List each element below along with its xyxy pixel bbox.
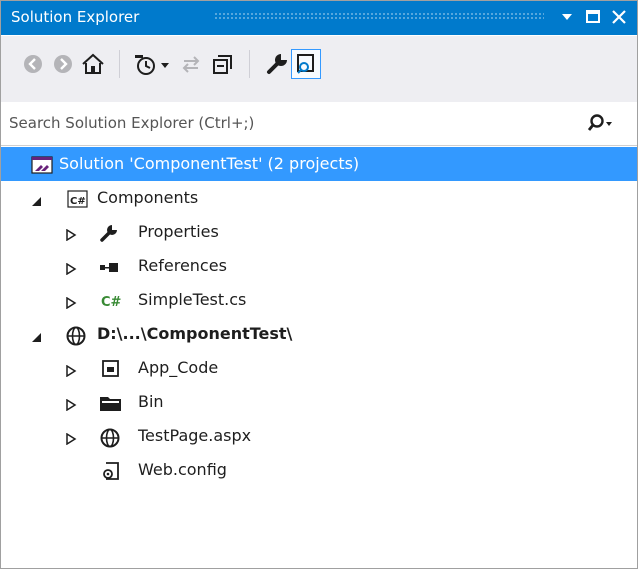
csharp-file-icon: C# (101, 291, 131, 311)
collapsed-arrow-icon[interactable] (65, 396, 77, 412)
tree-item[interactable]: TestPage.aspx (1, 419, 637, 453)
solution-icon (31, 155, 53, 175)
solution-explorer-window: Solution Explorer Search Solution Explor… (0, 0, 638, 569)
tree-item-label: App_Code (138, 358, 219, 377)
svg-text:C#: C# (70, 196, 86, 207)
csharp-project-icon: C# (67, 189, 88, 209)
tree-item-label: Properties (138, 222, 219, 241)
tree-item-label: Web.config (138, 460, 227, 479)
tree-item[interactable]: App_Code (1, 351, 637, 385)
expanded-arrow-icon[interactable] (31, 192, 43, 206)
references-icon (99, 257, 119, 277)
tree-item[interactable]: C# SimpleTest.cs (1, 283, 637, 317)
config-file-icon (101, 461, 121, 481)
tree-item-label: SimpleTest.cs (138, 290, 247, 309)
collapsed-arrow-icon[interactable] (65, 294, 77, 310)
tree-item-solution[interactable]: Solution 'ComponentTest' (2 projects) (1, 147, 637, 181)
preview-selected-items-icon[interactable] (291, 49, 321, 79)
forward-icon[interactable] (49, 50, 77, 78)
search-box[interactable]: Search Solution Explorer (Ctrl+;) (1, 102, 637, 146)
pending-changes-filter-icon[interactable] (131, 50, 159, 78)
wrench-icon (99, 223, 119, 243)
tree-item-project[interactable]: C# Components (1, 181, 637, 215)
tree-item[interactable]: Properties (1, 215, 637, 249)
tree-item-project[interactable]: D:\...\ComponentTest\ (1, 317, 637, 351)
solution-tree: Solution 'ComponentTest' (2 projects) C#… (1, 147, 637, 487)
collapsed-arrow-icon[interactable] (65, 430, 77, 446)
collapsed-arrow-icon[interactable] (65, 260, 77, 276)
tree-item[interactable]: Web.config (1, 453, 637, 487)
dropdown-arrow-icon[interactable] (557, 7, 577, 27)
toolbar (1, 36, 637, 102)
tree-item-label: TestPage.aspx (138, 426, 252, 445)
title-bar[interactable]: Solution Explorer (1, 1, 637, 35)
globe-icon (99, 427, 121, 448)
tree-item-label: D:\...\ComponentTest\ (97, 324, 293, 343)
app-code-folder-icon (101, 359, 121, 379)
search-input[interactable]: Search Solution Explorer (Ctrl+;) (9, 114, 254, 132)
back-icon[interactable] (19, 50, 47, 78)
collapse-all-icon[interactable] (209, 50, 237, 78)
properties-wrench-icon[interactable] (263, 50, 291, 78)
tree-item-label: Solution 'ComponentTest' (2 projects) (59, 154, 360, 173)
drag-grip[interactable] (214, 12, 544, 21)
search-icon[interactable] (585, 113, 613, 135)
tree-item[interactable]: Bin (1, 385, 637, 419)
toolbar-separator (119, 50, 120, 78)
tree-item-label: References (138, 256, 227, 275)
svg-text:C#: C# (101, 295, 122, 310)
toolbar-separator (249, 50, 250, 78)
collapsed-arrow-icon[interactable] (65, 226, 77, 242)
tree-item[interactable]: References (1, 249, 637, 283)
collapsed-arrow-icon[interactable] (65, 362, 77, 378)
filter-dropdown-icon[interactable] (157, 50, 173, 78)
maximize-icon[interactable] (583, 7, 603, 27)
home-icon[interactable] (79, 50, 107, 78)
tree-item-label: Bin (138, 392, 164, 411)
website-globe-icon (65, 325, 86, 346)
sync-with-active-document-icon[interactable] (177, 50, 205, 78)
expanded-arrow-icon[interactable] (31, 328, 43, 342)
close-icon[interactable] (609, 7, 629, 27)
window-title: Solution Explorer (11, 8, 140, 26)
folder-icon (99, 393, 123, 413)
tree-item-label: Components (97, 188, 199, 207)
